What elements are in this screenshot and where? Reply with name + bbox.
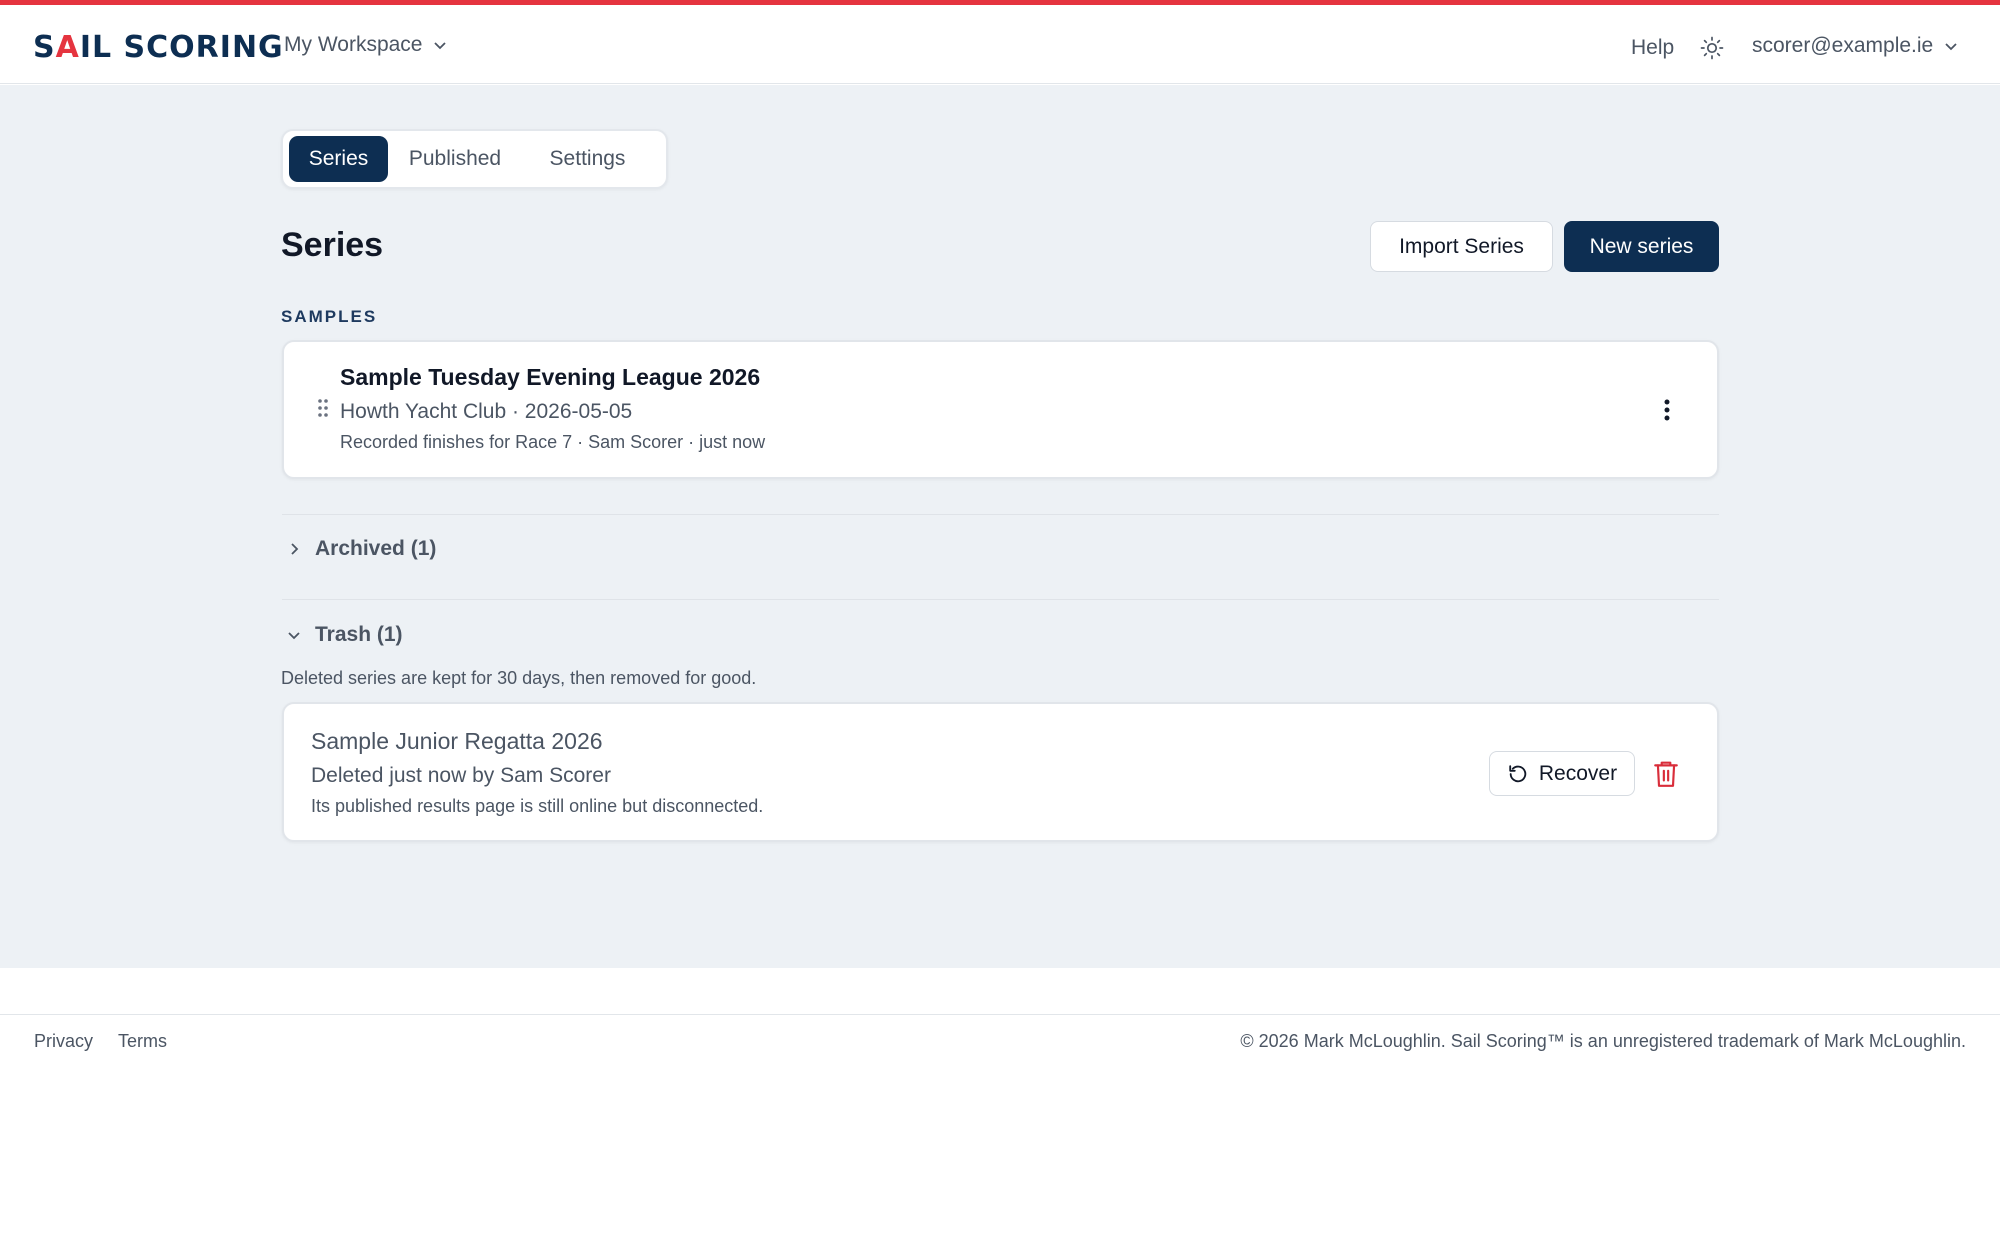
section-divider	[282, 514, 1719, 515]
tab-series[interactable]: Series	[289, 136, 388, 182]
chevron-right-icon	[291, 543, 299, 555]
workspace-switcher[interactable]: My Workspace	[284, 33, 448, 57]
samples-section-label: SAMPLES	[281, 307, 378, 326]
sail-scoring-logo[interactable]: SAIL SCORING	[33, 27, 284, 67]
trash-toggle[interactable]: Trash (1)	[286, 623, 403, 647]
chevron-down-icon	[288, 632, 300, 640]
trash-retention-note: Deleted series are kept for 30 days, the…	[281, 668, 757, 688]
drag-handle-icon[interactable]	[317, 398, 329, 418]
main-content: Series Published Settings Series Import …	[0, 85, 2000, 968]
trashed-series-title: Sample Junior Regatta 2026	[311, 728, 603, 754]
chevron-down-icon	[434, 42, 447, 50]
recover-label: Recover	[1538, 761, 1618, 785]
series-subtitle: Howth Yacht Club · 2026-05-05	[340, 400, 633, 423]
import-series-button[interactable]: Import Series	[1370, 221, 1553, 272]
tab-settings[interactable]: Settings	[522, 136, 653, 182]
workspace-label: My Workspace	[284, 33, 423, 56]
page-footer: Privacy Terms © 2026 Mark McLoughlin. Sa…	[0, 968, 2000, 1250]
chevron-down-icon	[1945, 43, 1957, 51]
trashed-series-card: Sample Junior Regatta 2026 Deleted just …	[282, 702, 1719, 842]
trash-label: Trash (1)	[315, 623, 403, 646]
page-title: Series	[281, 226, 384, 264]
new-series-button[interactable]: New series	[1564, 221, 1719, 272]
series-activity: Recorded finishes for Race 7 · Sam Score…	[340, 432, 766, 452]
archived-label: Archived (1)	[315, 537, 437, 560]
tab-bar: Series Published Settings	[281, 129, 668, 189]
copyright-notice: © 2026 Mark McLoughlin. Sail Scoring™ is…	[1240, 1031, 1966, 1051]
tab-published[interactable]: Published	[392, 136, 518, 182]
privacy-link[interactable]: Privacy	[34, 1031, 93, 1052]
terms-link[interactable]: Terms	[118, 1031, 167, 1052]
logo-text: SAIL SCORING	[33, 29, 284, 65]
account-email: scorer@example.ie	[1752, 34, 1934, 57]
trashed-series-deleted-info: Deleted just now by Sam Scorer	[311, 764, 611, 787]
sun-icon[interactable]	[1700, 36, 1724, 60]
trashed-series-note: Its published results page is still onli…	[311, 796, 764, 816]
account-menu[interactable]: scorer@example.ie	[1752, 34, 1959, 58]
top-header: SAIL SCORING My Workspace Help scorer@ex…	[0, 5, 2000, 84]
refresh-icon	[1509, 764, 1527, 782]
footer-divider	[0, 1014, 2000, 1015]
archived-toggle[interactable]: Archived (1)	[286, 537, 436, 561]
more-vertical-icon[interactable]	[1652, 390, 1682, 430]
trash-icon[interactable]	[1653, 760, 1679, 788]
help-link[interactable]: Help	[1631, 36, 1674, 60]
series-title[interactable]: Sample Tuesday Evening League 2026	[340, 364, 760, 391]
recover-button[interactable]: Recover	[1489, 751, 1635, 796]
series-card[interactable]: Sample Tuesday Evening League 2026 Howth…	[282, 340, 1719, 479]
section-divider	[282, 599, 1719, 600]
